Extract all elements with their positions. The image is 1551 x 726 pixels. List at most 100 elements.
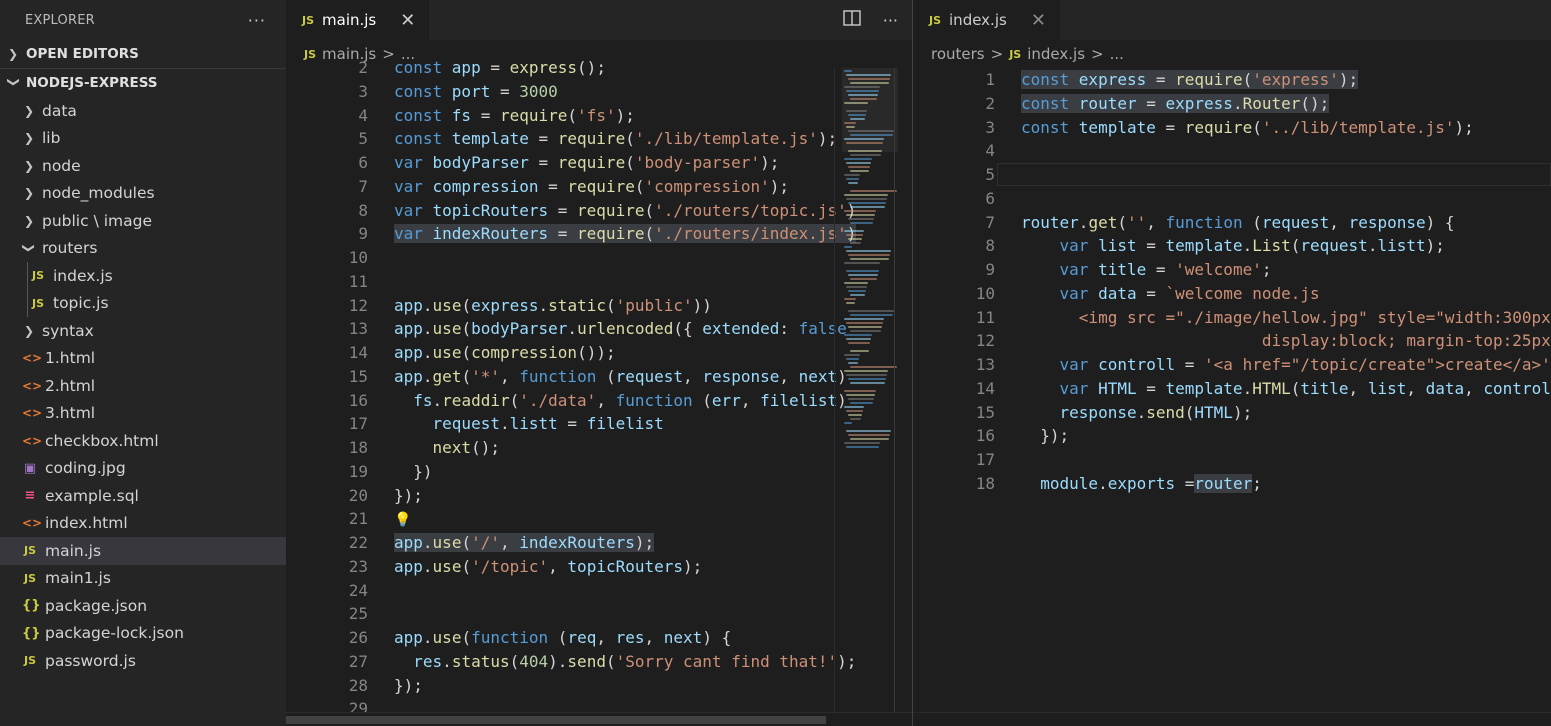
minimap-line	[846, 214, 875, 216]
code-line[interactable]: 2 const app = express();	[286, 56, 912, 80]
scrollbar-thumb[interactable]	[286, 716, 826, 724]
code-line[interactable]: 2 const router = express.Router();	[913, 92, 1551, 116]
tree-item[interactable]: <> 2.html	[0, 372, 286, 400]
code-line[interactable]: 14 app.use(compression());	[286, 341, 912, 365]
code-line[interactable]: 4	[913, 139, 1551, 163]
minimap-line	[844, 422, 852, 424]
more-actions-icon[interactable]: ···	[883, 11, 898, 30]
code-line[interactable]: 26 app.use(function (req, res, next) {	[286, 626, 912, 650]
code-line[interactable]: 8 var topicRouters = require('./routers/t…	[286, 199, 912, 223]
code-line[interactable]: 7 var compression = require('compression'…	[286, 175, 912, 199]
code-text: const app = express();	[392, 56, 606, 80]
tree-item[interactable]: <> 3.html	[0, 400, 286, 428]
horizontal-scrollbar[interactable]	[913, 712, 1551, 726]
code-line[interactable]: 27 res.status(404).send('Sorry cant find…	[286, 650, 912, 674]
code-line[interactable]: 29	[286, 697, 912, 712]
code-line[interactable]: 25	[286, 602, 912, 626]
code-line[interactable]: 9 var title = 'welcome';	[913, 258, 1551, 282]
code-line[interactable]: 14 var HTML = template.HTML(title, list,…	[913, 377, 1551, 401]
line-number: 4	[985, 141, 995, 161]
code-line[interactable]: 15 response.send(HTML);	[913, 401, 1551, 425]
code-line[interactable]: 16 });	[913, 424, 1551, 448]
code-line[interactable]: 7 router.get('', function (request, respo…	[913, 211, 1551, 235]
code-line[interactable]: 13 var controll = '<a href="/topic/creat…	[913, 353, 1551, 377]
code-line[interactable]: 21 💡	[286, 507, 912, 531]
code-line[interactable]: 28});	[286, 674, 912, 698]
breadcrumb-file[interactable]: index.js	[1027, 45, 1085, 63]
tree-item[interactable]: {} package-lock.json	[0, 620, 286, 648]
tree-item[interactable]: ❯ node	[0, 152, 286, 180]
code-line[interactable]: 10	[286, 246, 912, 270]
code-token: request	[615, 366, 684, 386]
tree-item[interactable]: ❯ data	[0, 97, 286, 125]
breadcrumb-rest[interactable]: ...	[1110, 45, 1124, 63]
explorer-more-icon[interactable]: ···	[248, 11, 266, 30]
code-line[interactable]: 8 var list = template.List(request.listt…	[913, 234, 1551, 258]
code-line[interactable]: 6 var bodyParser = require('body-parser')…	[286, 151, 912, 175]
line-number: 14	[975, 378, 995, 398]
tree-item[interactable]: <> 1.html	[0, 345, 286, 373]
code-line[interactable]: 13 app.use(bodyParser.urlencoded({ extend…	[286, 317, 912, 341]
code-token: 'fs'	[577, 105, 616, 125]
close-icon[interactable]: ✕	[1031, 10, 1046, 31]
minimap-line	[848, 202, 886, 204]
code-line[interactable]: 18 next();	[286, 436, 912, 460]
code-line[interactable]: 19 })	[286, 460, 912, 484]
split-editor-icon[interactable]	[843, 10, 861, 30]
tree-item[interactable]: {} package.json	[0, 592, 286, 620]
tree-item[interactable]: ❯ routers	[0, 235, 286, 263]
tree-item[interactable]: <> checkbox.html	[0, 427, 286, 455]
code-line[interactable]: 10 var data = `welcome node.js	[913, 282, 1551, 306]
code-line[interactable]: 5 const template = require('./lib/templat…	[286, 127, 912, 151]
code-token: );	[634, 533, 655, 552]
horizontal-scrollbar[interactable]	[286, 712, 912, 726]
code-line[interactable]: 6	[913, 187, 1551, 211]
code-line[interactable]: 3 const port = 3000	[286, 80, 912, 104]
tree-item[interactable]: ▣ coding.jpg	[0, 455, 286, 483]
minimap-line	[844, 102, 868, 104]
line-number: 17	[348, 414, 368, 434]
code-line[interactable]: 11 <img src ="./image/hellow.jpg" style=…	[913, 306, 1551, 330]
close-icon[interactable]: ✕	[400, 10, 415, 31]
tree-item[interactable]: JS main.js	[0, 537, 286, 565]
breadcrumb-folder[interactable]: routers	[931, 45, 985, 63]
code-line[interactable]: 18 module.exports =router;	[913, 472, 1551, 496]
code-line[interactable]: 15 app.get('*', function (request, respon…	[286, 365, 912, 389]
code-line[interactable]: 3 const template = require('../lib/templa…	[913, 116, 1551, 140]
code-token: .	[422, 343, 433, 362]
minimap-line	[850, 82, 889, 84]
code-editor-main-js[interactable]: 2 const app = express(); 3 const port = 300…	[286, 56, 912, 712]
tree-item[interactable]: JS main1.js	[0, 565, 286, 593]
code-line[interactable]: 4 const fs = require('fs');	[286, 104, 912, 128]
tab-main-js[interactable]: JS main.js ✕	[286, 0, 430, 40]
tree-item[interactable]: ❯ syntax	[0, 317, 286, 345]
code-line[interactable]: 23 app.use('/topic', topicRouters);	[286, 555, 912, 579]
code-line[interactable]: 20});	[286, 484, 912, 508]
tree-item[interactable]: <> index.html	[0, 510, 286, 538]
tree-item[interactable]: ❯ public \ image	[0, 207, 286, 235]
tree-item[interactable]: JS topic.js	[0, 289, 286, 317]
code-editor-index-js[interactable]: 1 const express = require('express'); 2 con…	[913, 68, 1551, 712]
open-editors-section[interactable]: ❯ OPEN EDITORS	[0, 40, 286, 68]
tree-item[interactable]: ❯ node_modules	[0, 180, 286, 208]
code-line[interactable]: 9 var indexRouters = require('./routers/i…	[286, 222, 912, 246]
lightbulb-icon[interactable]: 💡	[394, 512, 411, 528]
code-line[interactable]: 24	[286, 579, 912, 603]
code-line[interactable]: 11	[286, 270, 912, 294]
code-line[interactable]: 17	[913, 448, 1551, 472]
code-line[interactable]: 16 fs.readdir('./data', function (err, f…	[286, 389, 912, 413]
tab-index-js[interactable]: JS index.js ✕	[913, 0, 1060, 40]
code-line[interactable]: 22 app.use('/', indexRouters);	[286, 531, 912, 555]
code-line[interactable]: 12 app.use(express.static('public'))	[286, 294, 912, 318]
minimap[interactable]	[842, 68, 898, 468]
tree-item[interactable]: JS index.js	[0, 262, 286, 290]
code-line[interactable]: 1 const express = require('express');	[913, 68, 1551, 92]
code-line[interactable]: 12 display:block; margin-top:25px;">`	[913, 329, 1551, 353]
tree-item[interactable]: ❯ lib	[0, 125, 286, 153]
tree-item[interactable]: JS password.js	[0, 647, 286, 675]
code-line[interactable]: 17 request.listt = filelist	[286, 412, 912, 436]
tree-item[interactable]: ≡ example.sql	[0, 482, 286, 510]
code-token: require	[577, 200, 645, 220]
project-section[interactable]: ❯ NODEJS-EXPRESS	[0, 69, 286, 97]
code-token: (	[567, 105, 578, 125]
